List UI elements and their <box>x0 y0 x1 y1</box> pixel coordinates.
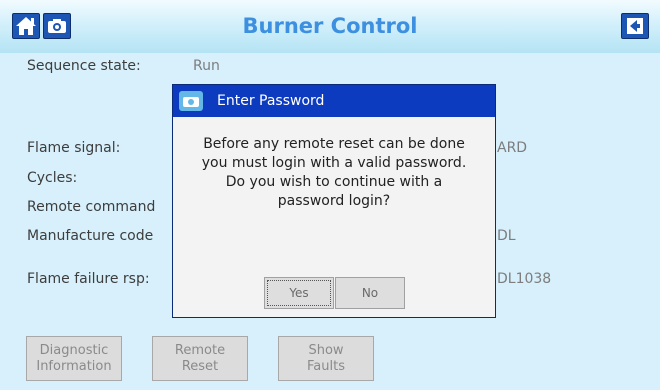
sequence-state-value: Run <box>193 58 220 74</box>
manufacture-code-label: Manufacture code <box>27 228 154 244</box>
flame-signal-label: Flame signal: <box>27 140 121 156</box>
flame-failure-value: DL1038 <box>497 271 552 287</box>
camera-button[interactable] <box>43 13 71 39</box>
show-faults-line1: Show <box>308 342 344 358</box>
diagnostic-information-button[interactable]: Diagnostic Information <box>26 336 122 381</box>
dialog-message: Before any remote reset can be done you … <box>201 136 467 209</box>
camera-icon <box>48 19 66 33</box>
back-arrow-icon <box>627 18 643 34</box>
hmi-screen: Burner Control Sequence state: Run Flame… <box>0 0 660 390</box>
dialog-titlebar: Enter Password <box>173 85 495 117</box>
sequence-state-label: Sequence state: <box>27 58 141 74</box>
cycles-label: Cycles: <box>27 170 78 186</box>
show-faults-line2: Faults <box>307 358 345 374</box>
header-bar: Burner Control <box>0 0 660 53</box>
diagnostic-button-line2: Information <box>36 358 112 374</box>
remote-reset-line1: Remote <box>174 342 226 358</box>
yes-button[interactable]: Yes <box>264 277 334 309</box>
camera-icon <box>179 91 203 111</box>
diagnostic-button-line1: Diagnostic <box>39 342 109 358</box>
dialog-title: Enter Password <box>217 93 325 109</box>
flame-failure-label: Flame failure rsp: <box>27 271 150 287</box>
no-button[interactable]: No <box>335 277 405 309</box>
enter-password-dialog: Enter Password Before any remote reset c… <box>172 84 496 318</box>
remote-reset-button[interactable]: Remote Reset <box>152 336 248 381</box>
flame-signal-value: ARD <box>497 140 528 156</box>
manufacture-code-value: DL <box>497 228 516 244</box>
remote-command-label: Remote command <box>27 199 156 215</box>
remote-reset-line2: Reset <box>181 358 219 374</box>
home-button[interactable] <box>12 13 40 39</box>
home-icon <box>16 17 36 35</box>
back-button[interactable] <box>621 13 649 39</box>
page-title: Burner Control <box>242 14 418 38</box>
show-faults-button[interactable]: Show Faults <box>278 336 374 381</box>
